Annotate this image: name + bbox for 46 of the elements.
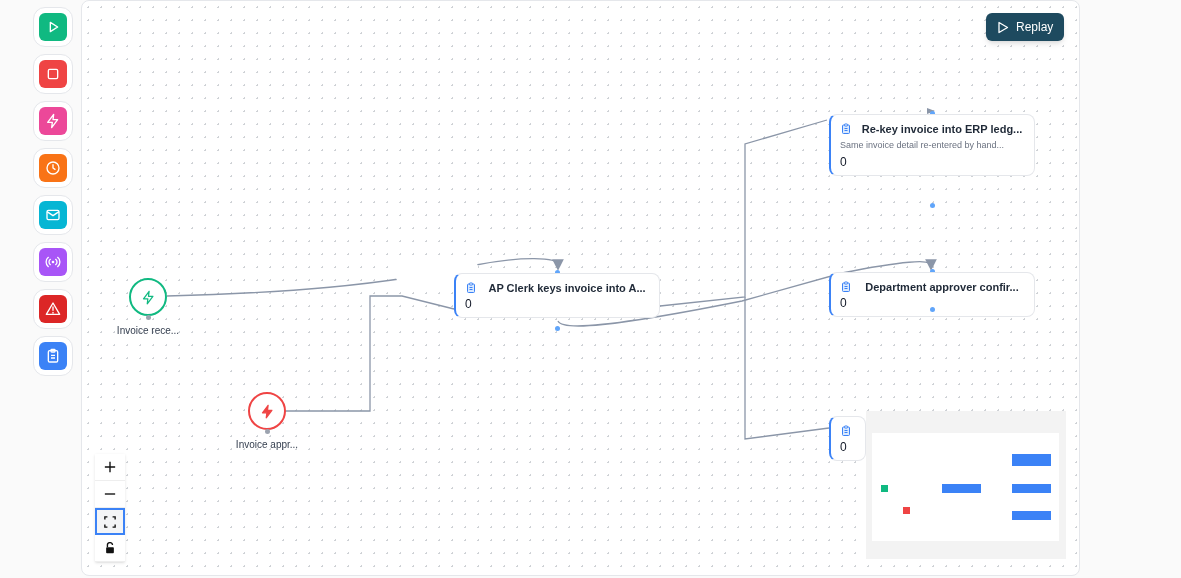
clipboard-icon [840,281,852,293]
event-node[interactable] [248,392,286,430]
clipboard-icon [840,425,852,437]
node-count: 0 [840,439,847,455]
node-count: 0 [465,296,472,312]
task-node[interactable]: AP Clerk keys invoice into A... 0 [454,273,660,318]
palette-button[interactable] [33,54,73,94]
unlocked-padlock-icon [104,542,116,554]
replay-button[interactable]: Replay [986,13,1065,41]
node-count: 0 [840,153,847,170]
clipboard-icon [465,282,477,294]
task-node[interactable]: 0 [829,416,866,461]
node-label: Invoice rece... [116,324,180,338]
connection-handle[interactable] [554,325,560,331]
node-title: Re-key invoice into ERP ledg... [860,121,1024,137]
node-description: Same invoice detail re-entered by hand... [840,139,1006,152]
minimap[interactable] [866,411,1066,559]
task-node[interactable]: Re-key invoice into ERP ledg... Same invoice detail re-entered by hand... 0 [829,114,1035,176]
clipboard-icon [840,123,852,135]
plus-icon [104,461,116,473]
palette-button[interactable] [33,289,73,329]
connection-handle[interactable] [145,314,151,320]
connection-handle[interactable] [929,306,935,312]
canvas[interactable]: Invoice rece... Invoice appr... AP Clerk keys invoice into A... 0 Re-key invoice into ERP ledg... Same invoice detail re-entered by hand... 0 Department approver confir... 0 0 Replay [81,0,1080,576]
zoom-in-button[interactable] [95,454,125,481]
node-count: 0 [840,295,847,311]
event-node[interactable] [129,278,167,316]
lock-button[interactable] [95,535,125,562]
palette-button[interactable] [33,195,73,235]
palette-button[interactable] [33,148,73,188]
fit-view-button[interactable] [95,508,125,535]
palette-button[interactable] [33,101,73,141]
lightning-icon [259,403,275,419]
play-icon [997,20,1009,34]
zoom-out-button[interactable] [95,481,125,508]
palette-button[interactable] [33,242,73,282]
palette-button[interactable] [33,7,73,47]
connection-handle[interactable] [264,428,270,434]
node-label: Invoice appr... [235,438,299,452]
connection-handle[interactable] [929,202,935,208]
node-title: Department approver confir... [864,279,1020,295]
palette-button[interactable] [33,336,73,376]
task-node[interactable]: Department approver confir... 0 [829,272,1035,317]
lightning-icon [140,289,156,305]
node-title: AP Clerk keys invoice into A... [487,280,647,296]
fit-view-icon [104,515,116,528]
